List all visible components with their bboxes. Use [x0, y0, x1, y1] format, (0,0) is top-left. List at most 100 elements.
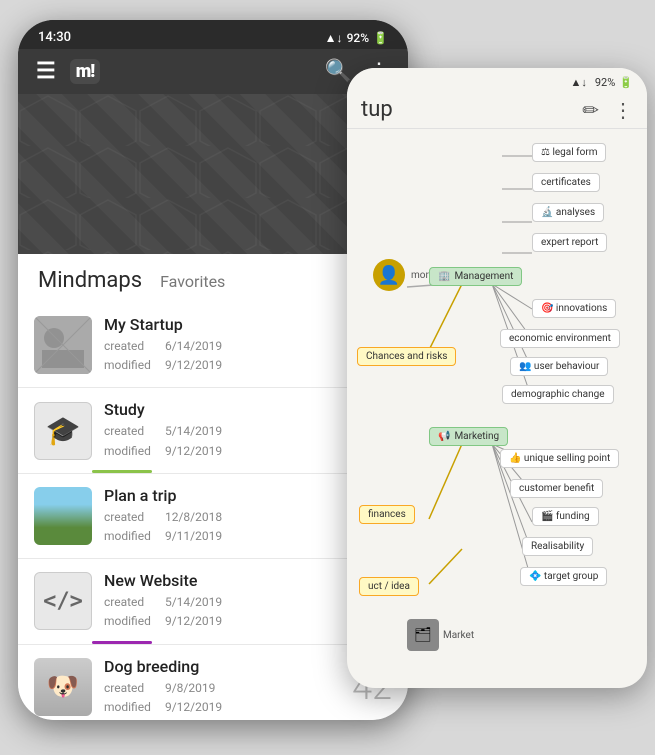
color-indicator-green: [92, 470, 152, 473]
brand-logo: m!: [70, 59, 100, 84]
more-icon-right[interactable]: ⋮: [613, 98, 633, 122]
favorites-tab[interactable]: Favorites: [160, 272, 225, 291]
startup-thumb-image: [34, 316, 92, 374]
item-content: My Startup created 6/14/2019 modified 9/…: [92, 315, 352, 375]
item-content: Plan a trip created 12/8/2018 modified 9…: [92, 486, 352, 546]
thumbnail-trip: [34, 487, 92, 545]
mm-node-analyses: 🔬 analyses: [532, 203, 604, 222]
created-label: created: [104, 593, 162, 612]
marketing-label: Marketing: [454, 431, 499, 442]
item-meta: created 5/14/2019 modified 9/12/2019: [104, 422, 340, 460]
thumbnail-dog: 🐶: [34, 658, 92, 716]
modified-label: modified: [104, 356, 162, 375]
created-date: 5/14/2019: [165, 593, 223, 612]
created-date: 9/8/2019: [165, 679, 223, 698]
modified-label: modified: [104, 612, 162, 631]
mm-icon-more: 👤 more: [373, 259, 434, 291]
right-top-icons: ✏ ⋮: [582, 98, 633, 122]
mm-node-target-group: 💠 target group: [520, 567, 607, 586]
item-meta: created 5/14/2019 modified 9/12/2019: [104, 593, 340, 631]
mm-node-cust-benefit: customer benefit: [510, 479, 603, 498]
app-bar-right: tup ✏ ⋮: [347, 91, 647, 129]
section-title: Mindmaps: [38, 268, 142, 293]
time: 14:30: [38, 30, 71, 45]
edit-icon[interactable]: ✏: [582, 98, 599, 122]
scene: 14:30 ▲↓ 92% 🔋 ☰ m! 🔍 ⋮: [0, 0, 655, 755]
thumbnail-website: </>: [34, 572, 92, 630]
modified-date: 9/12/2019: [165, 356, 223, 375]
phone-right: ▲↓ 92% 🔋 tup ✏ ⋮: [347, 68, 647, 688]
search-icon[interactable]: 🔍: [325, 59, 352, 84]
item-content: Dog breeding created 9/8/2019 modified 9…: [92, 657, 352, 717]
management-node: 🏢 Management: [429, 267, 522, 286]
modified-date: 9/12/2019: [165, 612, 223, 631]
mm-node-funding: 🎬 funding: [532, 507, 599, 526]
modified-label: modified: [104, 527, 162, 546]
created-date: 12/8/2018: [165, 508, 223, 527]
mm-node-demo-change: demographic change: [502, 385, 614, 404]
battery-right: 92%: [595, 76, 615, 89]
mm-node-usp: 👍 unique selling point: [500, 449, 619, 468]
item-name: New Website: [104, 571, 340, 590]
mm-node-marketing-wrap: 📢 Marketing: [429, 427, 508, 446]
mm-node-management: 🏢 Management: [429, 267, 522, 286]
study-hat-icon: 🎓: [45, 413, 81, 449]
status-icons: ▲↓ 92% 🔋: [325, 31, 388, 45]
battery-icon: 🔋: [373, 31, 388, 45]
created-label: created: [104, 422, 162, 441]
modified-date: 9/12/2019: [165, 442, 223, 461]
created-label: created: [104, 337, 162, 356]
market-icon: 🗂: [407, 619, 439, 651]
marketing-icon: 📢: [438, 431, 450, 442]
item-content: Study created 5/14/2019 modified 9/12/20…: [92, 400, 352, 460]
logo-area: ☰ m!: [36, 59, 100, 84]
created-date: 5/14/2019: [165, 422, 223, 441]
status-bar-left: 14:30 ▲↓ 92% 🔋: [18, 20, 408, 49]
mm-node-market: 🗂 Market: [407, 619, 474, 651]
hamburger-icon[interactable]: ☰: [36, 59, 56, 84]
item-name: Plan a trip: [104, 486, 340, 505]
created-label: created: [104, 679, 162, 698]
management-label: Management: [454, 271, 513, 282]
thumbnail-startup: [34, 316, 92, 374]
item-name: Dog breeding: [104, 657, 340, 676]
mm-node-economic: economic environment: [500, 329, 620, 348]
created-date: 6/14/2019: [165, 337, 223, 356]
dog-thumb-image: 🐶: [34, 658, 92, 716]
thumbnail-study: 🎓: [34, 402, 92, 460]
mindmap-canvas[interactable]: ⚖ legal form certificates 🔬 analyses exp…: [347, 129, 647, 674]
battery-text: 92%: [347, 31, 369, 45]
created-label: created: [104, 508, 162, 527]
item-name: My Startup: [104, 315, 340, 334]
mm-node-chances: Chances and risks: [357, 347, 456, 366]
item-name: Study: [104, 400, 340, 419]
item-meta: created 12/8/2018 modified 9/11/2019: [104, 508, 340, 546]
status-bar-right: ▲↓ 92% 🔋: [347, 68, 647, 91]
color-indicator-purple: [92, 641, 152, 644]
mm-node-expert-report: expert report: [532, 233, 607, 252]
trip-thumb-image: [34, 487, 92, 545]
item-meta: created 9/8/2019 modified 9/12/2019: [104, 679, 340, 717]
more-circle-icon: 👤: [373, 259, 405, 291]
battery-icon-right: 🔋: [619, 76, 633, 89]
modified-label: modified: [104, 442, 162, 461]
mm-node-legal-form: ⚖ legal form: [532, 143, 606, 162]
modified-date: 9/11/2019: [165, 527, 223, 546]
modified-label: modified: [104, 698, 162, 717]
marketing-node: 📢 Marketing: [429, 427, 508, 446]
mm-node-user-beh: 👥 user behaviour: [510, 357, 608, 376]
page-title: tup: [361, 97, 393, 122]
mm-node-finances: finances: [359, 505, 415, 524]
mm-node-product-idea: uct / idea: [359, 577, 419, 596]
item-meta: created 6/14/2019 modified 9/12/2019: [104, 337, 340, 375]
modified-date: 9/12/2019: [165, 698, 223, 717]
mm-node-innovations: 🎯 innovations: [532, 299, 616, 318]
signal-icon: ▲↓: [325, 31, 343, 45]
management-icon: 🏢: [438, 271, 450, 282]
mm-node-realisability: Realisability: [522, 537, 593, 556]
signal-right: ▲↓: [570, 76, 586, 89]
item-content: New Website created 5/14/2019 modified 9…: [92, 571, 352, 631]
market-label: Market: [443, 630, 474, 641]
code-icon: </>: [43, 589, 83, 614]
mm-node-certificates: certificates: [532, 173, 600, 192]
